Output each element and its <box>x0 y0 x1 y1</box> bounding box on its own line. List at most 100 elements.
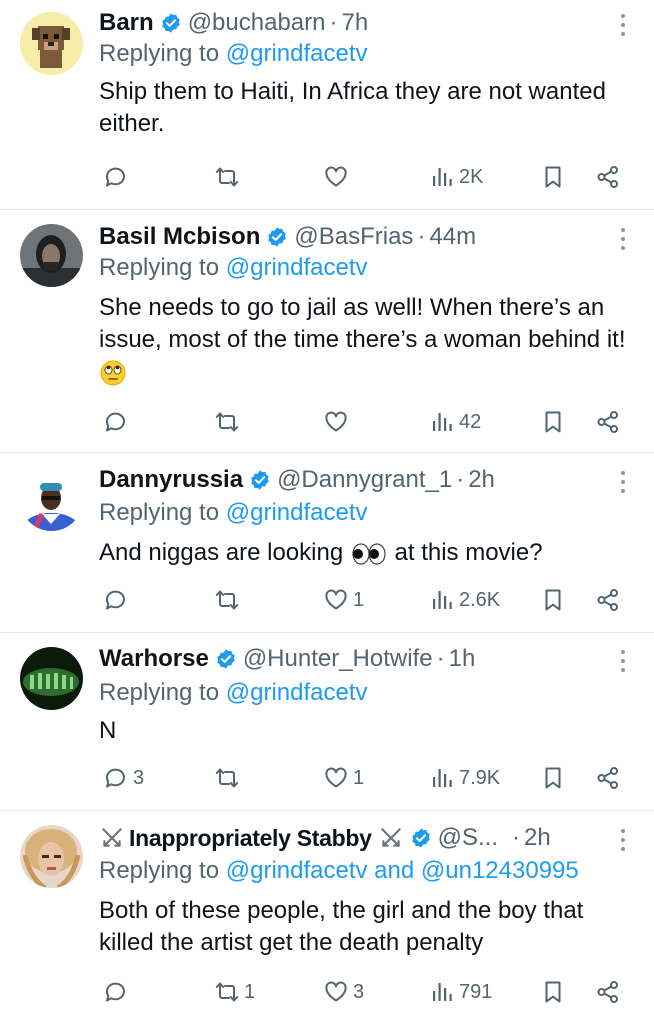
timestamp[interactable]: 7h <box>341 9 368 37</box>
more-icon[interactable] <box>618 648 628 674</box>
more-icon[interactable] <box>618 827 628 853</box>
replying-to-link[interactable]: @grindfacetv <box>226 679 368 706</box>
share-button[interactable] <box>595 583 621 617</box>
verified-badge-icon <box>160 12 181 34</box>
display-name[interactable]: Dannyrussia <box>99 466 243 494</box>
bookmark-button[interactable] <box>540 405 566 439</box>
bookmark-icon <box>545 589 561 611</box>
share-icon <box>597 411 618 433</box>
reply-button[interactable] <box>103 405 133 439</box>
repost-button[interactable] <box>214 405 244 439</box>
share-button[interactable] <box>595 975 621 1009</box>
reply-button[interactable]: 3 <box>103 761 144 795</box>
reply-icon <box>105 982 125 1002</box>
like-button[interactable]: 1 <box>323 583 364 617</box>
avatar[interactable] <box>20 825 83 888</box>
bookmark-button[interactable] <box>540 761 566 795</box>
more-icon[interactable] <box>618 469 628 495</box>
view-count: 791 <box>459 980 493 1003</box>
repost-button[interactable] <box>214 160 244 194</box>
like-count: 3 <box>353 980 365 1003</box>
timestamp[interactable]: 1h <box>449 645 476 673</box>
bookmark-icon <box>545 767 561 789</box>
handle[interactable]: @buchabarn <box>188 9 326 37</box>
display-name[interactable]: Inappropriately Stabby <box>129 825 372 852</box>
replying-to-link[interactable]: @grindfacetv <box>226 499 368 526</box>
views-button[interactable]: 42 <box>429 405 481 439</box>
separator-dot: · <box>436 645 445 672</box>
display-name[interactable]: Basil Mcbison <box>99 223 260 251</box>
handle[interactable]: @BasFrias <box>294 223 413 251</box>
views-button[interactable]: 791 <box>429 975 492 1009</box>
tweet-text-after: at this movie? <box>394 539 543 566</box>
more-icon[interactable] <box>618 226 628 252</box>
crossed-swords-icon <box>102 828 122 847</box>
bookmark-icon <box>545 411 561 433</box>
replying-to-link[interactable]: @grindfacetv and @un12430995 <box>226 857 579 884</box>
repost-icon <box>215 412 239 432</box>
repost-button[interactable]: 1 <box>214 975 255 1009</box>
tweet[interactable]: Dannyrussia @Dannygrant_1 · 2h Replying … <box>0 453 654 633</box>
handle[interactable]: @Hunter_Hotwife <box>243 645 433 673</box>
handle[interactable]: @S... <box>438 824 498 852</box>
share-icon <box>597 981 618 1003</box>
verified-badge-icon <box>250 469 270 491</box>
repost-icon <box>215 982 239 1002</box>
timestamp[interactable]: 2h <box>524 824 551 852</box>
avatar[interactable] <box>20 12 83 75</box>
tweet-header: Warhorse @Hunter_Hotwife · 1h <box>99 642 604 676</box>
replying-prefix: Replying to <box>99 40 226 67</box>
display-name[interactable]: Warhorse <box>99 645 209 673</box>
views-button[interactable]: 2.6K <box>429 583 500 617</box>
replying-to-link[interactable]: @grindfacetv <box>226 40 368 67</box>
display-name[interactable]: Barn <box>99 9 154 37</box>
repost-button[interactable] <box>214 761 244 795</box>
action-bar: 1 2.6K <box>99 583 629 617</box>
separator-dot: · <box>456 466 465 493</box>
share-button[interactable] <box>595 160 621 194</box>
tweet-text: She needs to go to jail as well! When th… <box>99 292 639 388</box>
share-icon <box>597 589 618 611</box>
tweet[interactable]: Basil Mcbison @BasFrias · 44m Replying t… <box>0 210 654 453</box>
reply-button[interactable] <box>103 975 133 1009</box>
replying-to-link[interactable]: @grindfacetv <box>226 254 368 281</box>
reply-icon <box>105 590 125 610</box>
like-count: 1 <box>353 766 365 789</box>
reply-icon <box>105 412 125 432</box>
bookmark-button[interactable] <box>540 160 566 194</box>
like-button[interactable] <box>323 405 353 439</box>
reply-button[interactable] <box>103 160 133 194</box>
like-button[interactable]: 3 <box>323 975 364 1009</box>
views-button[interactable]: 2K <box>429 160 483 194</box>
avatar[interactable] <box>20 224 83 287</box>
avatar[interactable] <box>20 647 83 710</box>
tweet[interactable]: Warhorse @Hunter_Hotwife · 1h Replying t… <box>0 633 654 811</box>
action-bar: 2K <box>99 160 629 194</box>
share-button[interactable] <box>595 405 621 439</box>
tweet-text-before: And niggas are looking <box>99 539 344 566</box>
action-bar: 1 3 791 <box>99 975 629 1009</box>
views-button[interactable]: 7.9K <box>429 761 500 795</box>
tweet[interactable]: Inappropriately Stabby @S... · 2h Replyi… <box>0 811 654 1024</box>
bookmark-button[interactable] <box>540 583 566 617</box>
like-icon <box>325 411 347 432</box>
handle[interactable]: @Dannygrant_1 <box>277 466 452 494</box>
tweet-header: Barn @buchabarn · 7h <box>99 6 604 40</box>
replying-to: Replying to @grindfacetv and @un12430995 <box>99 857 579 885</box>
view-count: 7.9K <box>459 766 501 789</box>
avatar[interactable] <box>20 468 83 531</box>
repost-button[interactable] <box>214 583 244 617</box>
share-button[interactable] <box>595 761 621 795</box>
replying-prefix: Replying to <box>99 857 226 884</box>
like-button[interactable]: 1 <box>323 761 364 795</box>
more-icon[interactable] <box>618 12 628 38</box>
tweet[interactable]: Barn @buchabarn · 7h Replying to @grindf… <box>0 0 654 210</box>
timestamp[interactable]: 2h <box>468 466 495 494</box>
timestamp[interactable]: 44m <box>429 223 476 251</box>
bookmark-icon <box>545 166 561 188</box>
share-icon <box>597 166 618 188</box>
reply-button[interactable] <box>103 583 133 617</box>
like-button[interactable] <box>323 160 353 194</box>
bookmark-button[interactable] <box>540 975 566 1009</box>
face-with-rolling-eyes-icon <box>100 360 126 386</box>
